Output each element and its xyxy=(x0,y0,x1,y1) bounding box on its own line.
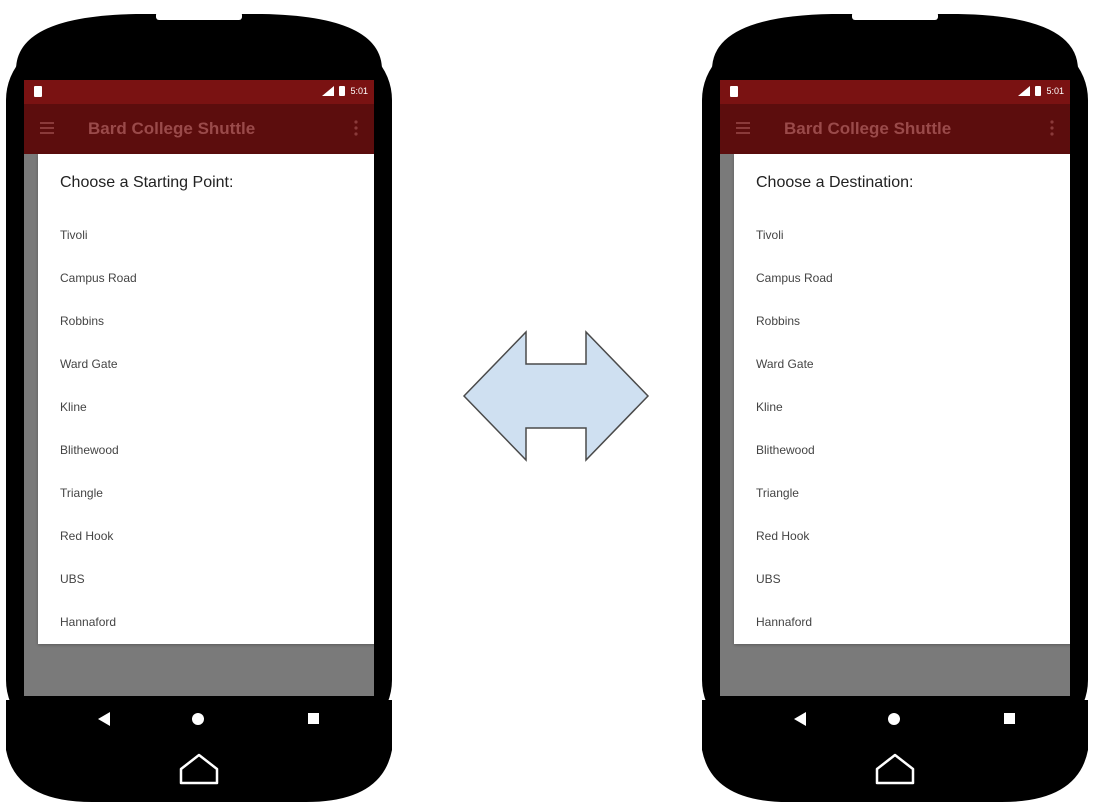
app-title: Bard College Shuttle xyxy=(784,119,952,138)
more-options-icon[interactable] xyxy=(354,120,358,136)
screen: 5:01 Bard College Shuttle Choose a Start… xyxy=(24,80,374,696)
signal-icon xyxy=(1018,86,1031,96)
menu-icon[interactable] xyxy=(40,122,54,134)
status-bar: 5:01 xyxy=(720,80,1070,104)
list-item[interactable]: Red Hook xyxy=(734,515,1070,558)
list-item[interactable]: Ward Gate xyxy=(734,343,1070,386)
list-item[interactable]: Tivoli xyxy=(734,214,1070,257)
status-bar: 5:01 xyxy=(24,80,374,104)
back-icon[interactable] xyxy=(98,712,110,726)
stop-list: Tivoli Campus Road Robbins Ward Gate Kli… xyxy=(38,214,374,644)
list-item[interactable]: Campus Road xyxy=(734,257,1070,300)
battery-icon xyxy=(339,86,346,96)
list-item[interactable]: Ward Gate xyxy=(38,343,374,386)
list-item[interactable]: Hannaford xyxy=(38,601,374,644)
sd-card-icon xyxy=(730,86,738,97)
battery-icon xyxy=(1035,86,1042,96)
sd-card-icon xyxy=(34,86,42,97)
app-title: Bard College Shuttle xyxy=(88,119,256,138)
list-item[interactable]: Hannaford xyxy=(734,601,1070,644)
screen: 5:01 Bard College Shuttle Choose a Desti… xyxy=(720,80,1070,696)
dialog-title: Choose a Destination: xyxy=(756,174,914,191)
list-item[interactable]: Triangle xyxy=(38,472,374,515)
home-icon[interactable] xyxy=(192,713,204,725)
list-item[interactable]: Kline xyxy=(38,386,374,429)
more-options-icon[interactable] xyxy=(1050,120,1054,136)
status-time: 5:01 xyxy=(1046,86,1064,96)
signal-icon xyxy=(322,86,335,96)
list-item[interactable]: Tivoli xyxy=(38,214,374,257)
stop-list: Tivoli Campus Road Robbins Ward Gate Kli… xyxy=(734,214,1070,644)
recent-apps-icon[interactable] xyxy=(308,713,319,724)
app-bar: Bard College Shuttle xyxy=(720,104,1070,154)
list-item[interactable]: Blithewood xyxy=(734,429,1070,472)
home-icon[interactable] xyxy=(888,713,900,725)
list-item[interactable]: Red Hook xyxy=(38,515,374,558)
double-arrow-icon xyxy=(462,330,650,462)
back-icon[interactable] xyxy=(794,712,806,726)
list-item[interactable]: Blithewood xyxy=(38,429,374,472)
destination-dialog: Choose a Destination: Tivoli Campus Road… xyxy=(734,154,1070,644)
list-item[interactable]: Robbins xyxy=(38,300,374,343)
dialog-title: Choose a Starting Point: xyxy=(60,174,234,191)
hardware-home-button-icon[interactable] xyxy=(178,752,220,786)
list-item[interactable]: Kline xyxy=(734,386,1070,429)
list-item[interactable]: Campus Road xyxy=(38,257,374,300)
app-bar: Bard College Shuttle xyxy=(24,104,374,154)
list-item[interactable]: UBS xyxy=(734,558,1070,601)
menu-icon[interactable] xyxy=(736,122,750,134)
list-item[interactable]: Triangle xyxy=(734,472,1070,515)
phone-start: 5:01 Bard College Shuttle Choose a Start… xyxy=(6,10,392,802)
nav-bar xyxy=(720,696,1070,742)
list-item[interactable]: UBS xyxy=(38,558,374,601)
recent-apps-icon[interactable] xyxy=(1004,713,1015,724)
nav-bar xyxy=(24,696,374,742)
status-time: 5:01 xyxy=(350,86,368,96)
phone-destination: 5:01 Bard College Shuttle Choose a Desti… xyxy=(702,10,1088,802)
list-item[interactable]: Robbins xyxy=(734,300,1070,343)
hardware-home-button-icon[interactable] xyxy=(874,752,916,786)
starting-point-dialog: Choose a Starting Point: Tivoli Campus R… xyxy=(38,154,374,644)
